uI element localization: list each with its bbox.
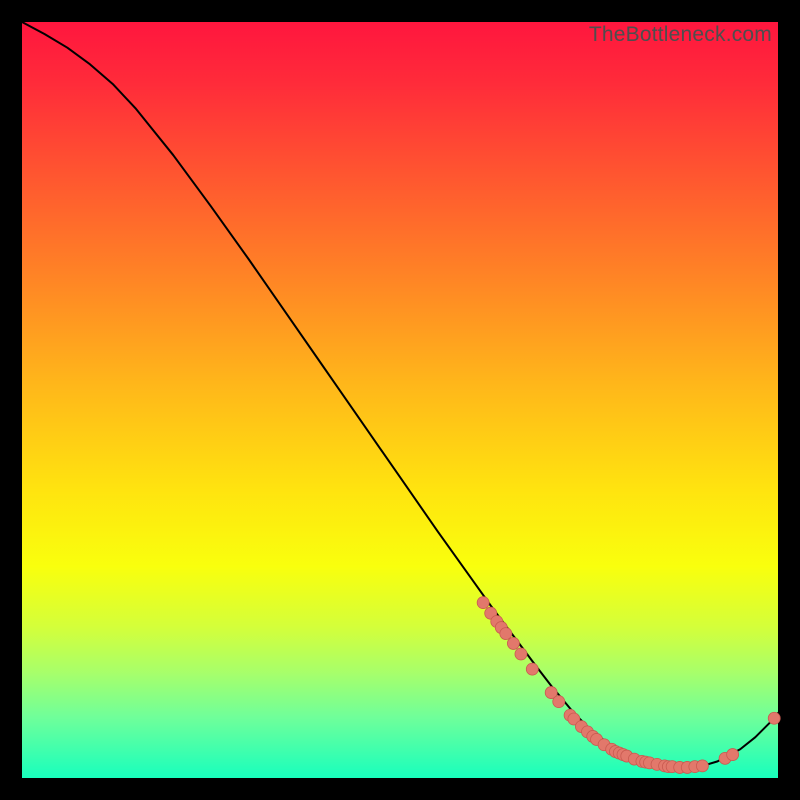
data-marker [727,749,739,761]
data-marker [515,648,527,660]
chart-svg [22,22,778,778]
data-marker [553,696,565,708]
data-marker [526,663,538,675]
data-marker [696,760,708,772]
data-marker [768,712,780,724]
chart-area: TheBottleneck.com [22,22,778,778]
marker-group [477,597,780,774]
curve-line [22,22,778,767]
data-marker [500,628,512,640]
data-marker [477,597,489,609]
data-marker [507,637,519,649]
